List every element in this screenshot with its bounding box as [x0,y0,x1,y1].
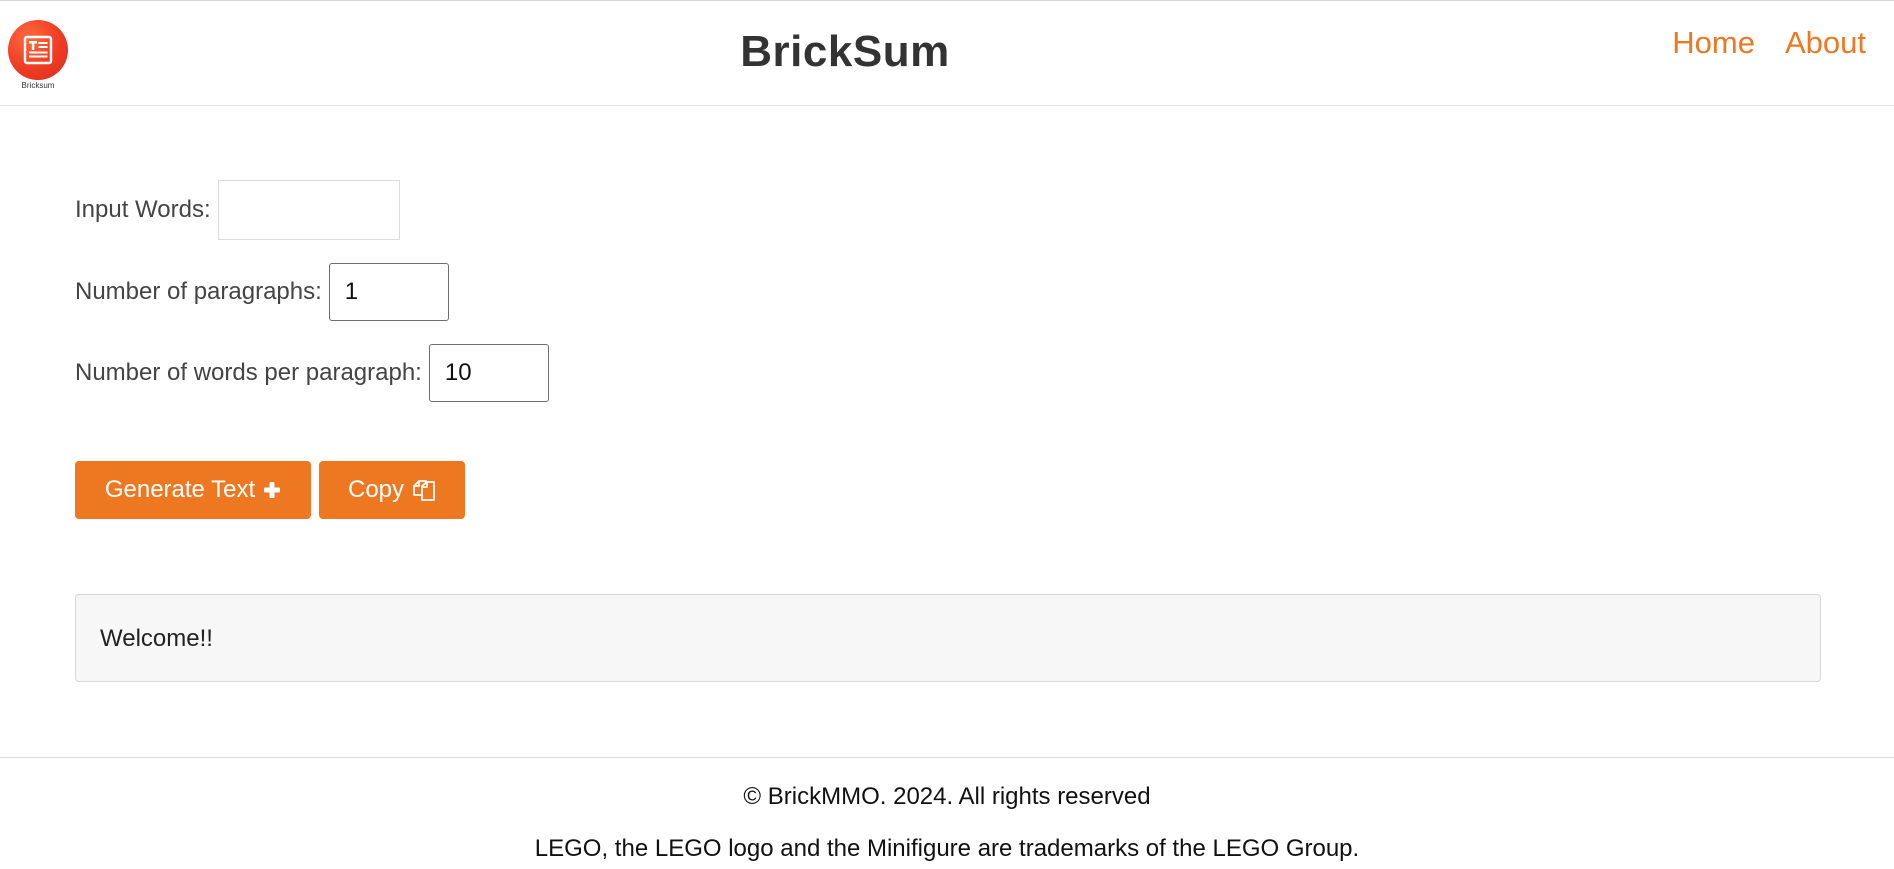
paragraphs-label: Number of paragraphs: [75,278,322,305]
paragraphs-input[interactable] [328,263,449,321]
site-header: Bricksum BrickSum Home About [0,0,1894,106]
logo-caption: Bricksum [21,81,55,90]
words-per-paragraph-row: Number of words per paragraph: [75,344,549,402]
trademark-text: LEGO, the LEGO logo and the Minifigure a… [534,835,1360,862]
input-words-row: Input Words: [75,180,400,240]
site-footer: © BrickMMO. 2024. All rights reserved LE… [0,757,1894,869]
main-nav: Home About [1672,25,1866,61]
paragraphs-row: Number of paragraphs: [75,263,449,321]
nav-home-link[interactable]: Home [1672,25,1755,61]
copy-icon [412,478,436,502]
generate-text-label: Generate Text [104,476,256,503]
nav-about-link[interactable]: About [1785,25,1866,61]
copy-button[interactable]: Copy [319,461,465,519]
input-words-field[interactable] [217,180,400,240]
copy-label: Copy [347,476,405,503]
words-per-paragraph-input[interactable] [428,344,549,402]
words-per-paragraph-label: Number of words per paragraph: [75,359,422,386]
generate-text-button[interactable]: Generate Text [75,461,311,519]
action-buttons: Generate Text Copy [75,461,465,519]
plus-icon [263,481,281,499]
input-words-label: Input Words: [75,196,211,223]
page-title: BrickSum [740,27,950,76]
copyright-text: © BrickMMO. 2024. All rights reserved [743,783,1151,810]
output-text: Welcome!! [75,594,1821,682]
